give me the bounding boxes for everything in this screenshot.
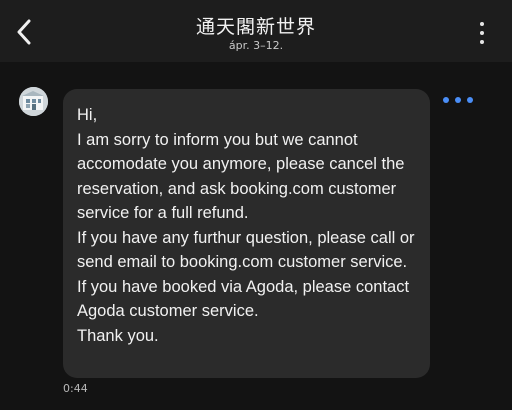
vertical-ellipsis-icon: [480, 22, 484, 26]
header-bar: 通天閣新世界 ápr. 3–12.: [0, 0, 512, 62]
date-range: ápr. 3–12.: [228, 39, 284, 52]
avatar[interactable]: [19, 87, 48, 116]
message-timestamp: 0:44: [63, 382, 88, 395]
message-options-button[interactable]: [443, 94, 473, 106]
horizontal-ellipsis-icon: [443, 97, 449, 103]
hotel-avatar-icon: [19, 87, 48, 116]
message-text: Hi, I am sorry to inform you but we cann…: [77, 106, 415, 345]
page-title: 通天閣新世界: [195, 16, 316, 38]
more-options-button[interactable]: [478, 22, 486, 44]
message-bubble[interactable]: Hi, I am sorry to inform you but we cann…: [63, 89, 430, 378]
